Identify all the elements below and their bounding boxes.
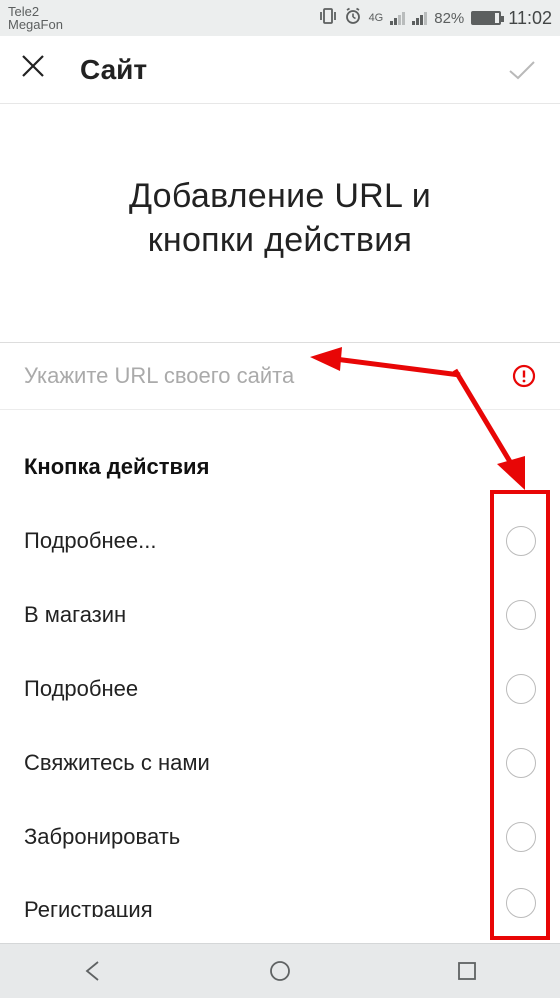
option-row[interactable]: В магазин	[0, 578, 560, 652]
nav-back-icon[interactable]	[79, 957, 107, 985]
signal-2-icon	[412, 12, 427, 25]
option-row[interactable]: Подробнее...	[0, 504, 560, 578]
net-label: 4G	[369, 12, 384, 24]
status-right: 4G 82% 11:02	[319, 7, 552, 29]
status-bar: Tele2 MegaFon 4G 82% 11:02	[0, 0, 560, 36]
battery-icon	[471, 11, 501, 25]
section-title: Кнопка действия	[0, 410, 560, 504]
hero-heading: Добавление URL и кнопки действия	[0, 104, 560, 342]
clock: 11:02	[508, 8, 552, 29]
option-label: Подробнее...	[24, 528, 156, 554]
signal-1-icon	[390, 12, 405, 25]
android-nav-bar	[0, 943, 560, 998]
option-label: В магазин	[24, 602, 126, 628]
url-input-row[interactable]: Укажите URL своего сайта	[0, 342, 560, 410]
radio-button[interactable]	[506, 526, 536, 556]
options-list: Подробнее... В магазин Подробнее Свяжите…	[0, 504, 560, 918]
app-header: Сайт	[0, 36, 560, 104]
url-input-placeholder: Укажите URL своего сайта	[24, 363, 294, 389]
alert-icon	[512, 364, 536, 388]
radio-button[interactable]	[506, 674, 536, 704]
nav-home-icon[interactable]	[266, 957, 294, 985]
page-title: Сайт	[80, 54, 504, 86]
radio-button[interactable]	[506, 888, 536, 918]
option-row[interactable]: Забронировать	[0, 800, 560, 874]
close-icon[interactable]	[20, 53, 52, 86]
alarm-icon	[344, 7, 362, 29]
option-label: Свяжитесь с нами	[24, 750, 210, 776]
nav-recent-icon[interactable]	[453, 957, 481, 985]
confirm-icon[interactable]	[504, 52, 540, 88]
battery-pct: 82%	[434, 10, 464, 27]
radio-button[interactable]	[506, 600, 536, 630]
radio-button[interactable]	[506, 748, 536, 778]
option-label: Регистрация	[24, 897, 153, 917]
radio-button[interactable]	[506, 822, 536, 852]
option-row[interactable]: Подробнее	[0, 652, 560, 726]
hero-line-1: Добавление URL и	[129, 177, 431, 215]
option-label: Забронировать	[24, 824, 180, 850]
carrier-2: MegaFon	[8, 18, 63, 31]
option-row[interactable]: Регистрация	[0, 874, 560, 918]
hero-line-2: кнопки действия	[148, 221, 413, 259]
option-row[interactable]: Свяжитесь с нами	[0, 726, 560, 800]
option-label: Подробнее	[24, 676, 138, 702]
carrier-labels: Tele2 MegaFon	[8, 5, 63, 31]
vibrate-icon	[319, 8, 337, 28]
